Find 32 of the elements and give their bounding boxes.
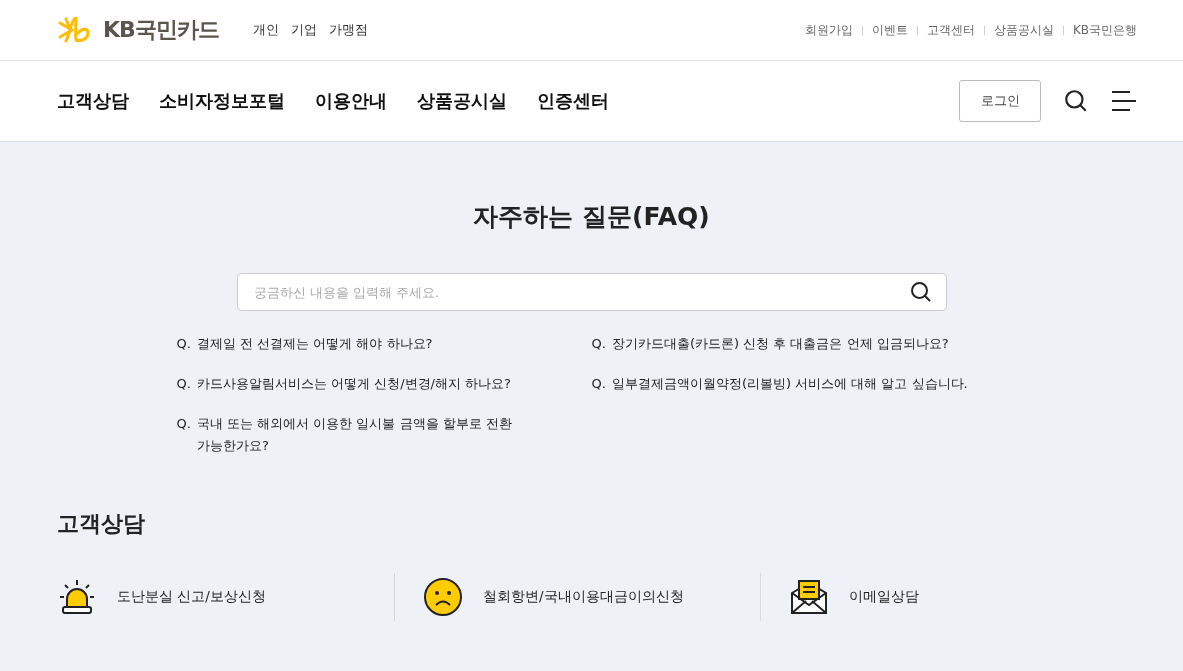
nav-item[interactable]: 고객상담 bbox=[57, 89, 129, 113]
faq-link[interactable]: Q. 장기카드대출(카드론) 신청 후 대출금은 언제 입금되나요? bbox=[591, 333, 1007, 355]
utility-link[interactable]: 회원가입 bbox=[804, 21, 853, 39]
top-link[interactable]: 기업 bbox=[290, 21, 317, 39]
logo-text[interactable]: KB국민카드 bbox=[103, 15, 219, 45]
search-icon[interactable] bbox=[1063, 88, 1089, 114]
faq-link[interactable]: Q. 국내 또는 해외에서 이용한 일시불 금액을 할부로 전환 가능한가요? bbox=[176, 413, 527, 457]
nav-item[interactable]: 소비자정보포털 bbox=[159, 89, 285, 113]
search-icon[interactable] bbox=[908, 280, 933, 304]
utility-link[interactable]: 이벤트 bbox=[871, 21, 908, 39]
envelope-icon bbox=[789, 577, 829, 617]
menu-icon[interactable] bbox=[1111, 90, 1137, 112]
top-link[interactable]: 개인 bbox=[252, 21, 279, 39]
faq-link[interactable]: Q. 카드사용알림서비스는 어떻게 신청/변경/해지 하나요? bbox=[176, 373, 527, 395]
search-field[interactable]: 궁금하신 내용을 입력해 주세요. bbox=[236, 273, 947, 311]
nav-item[interactable]: 상품공시실 bbox=[417, 89, 507, 113]
login-button[interactable]: 로그인 bbox=[959, 80, 1041, 122]
section-title: 고객상담 bbox=[57, 510, 146, 538]
utility-link[interactable]: 고객센터 bbox=[926, 21, 975, 39]
service-link[interactable]: 철회항변/국내이용대금이의신청 bbox=[394, 573, 760, 621]
utility-link[interactable]: 상품공시실 bbox=[993, 21, 1054, 39]
sad-face-icon bbox=[423, 577, 463, 617]
nav-item[interactable]: 인증센터 bbox=[537, 89, 609, 113]
page-title: 자주하는 질문(FAQ) bbox=[473, 201, 710, 233]
faq-link[interactable]: Q. 일부결제금액이월약정(리볼빙) 서비스에 대해 알고 싶습니다. bbox=[591, 373, 1007, 395]
top-link[interactable]: 가맹점 bbox=[328, 21, 368, 39]
faq-link[interactable]: Q. 결제일 전 선결제는 어떻게 해야 하나요? bbox=[176, 333, 527, 355]
siren-icon bbox=[57, 577, 97, 617]
service-link[interactable]: 이메일상담 bbox=[760, 573, 1126, 621]
nav-item[interactable]: 이용안내 bbox=[315, 89, 387, 113]
service-link[interactable]: 도난분실 신고/보상신청 bbox=[57, 573, 394, 621]
utility-link[interactable]: KB국민은행 bbox=[1072, 21, 1137, 39]
